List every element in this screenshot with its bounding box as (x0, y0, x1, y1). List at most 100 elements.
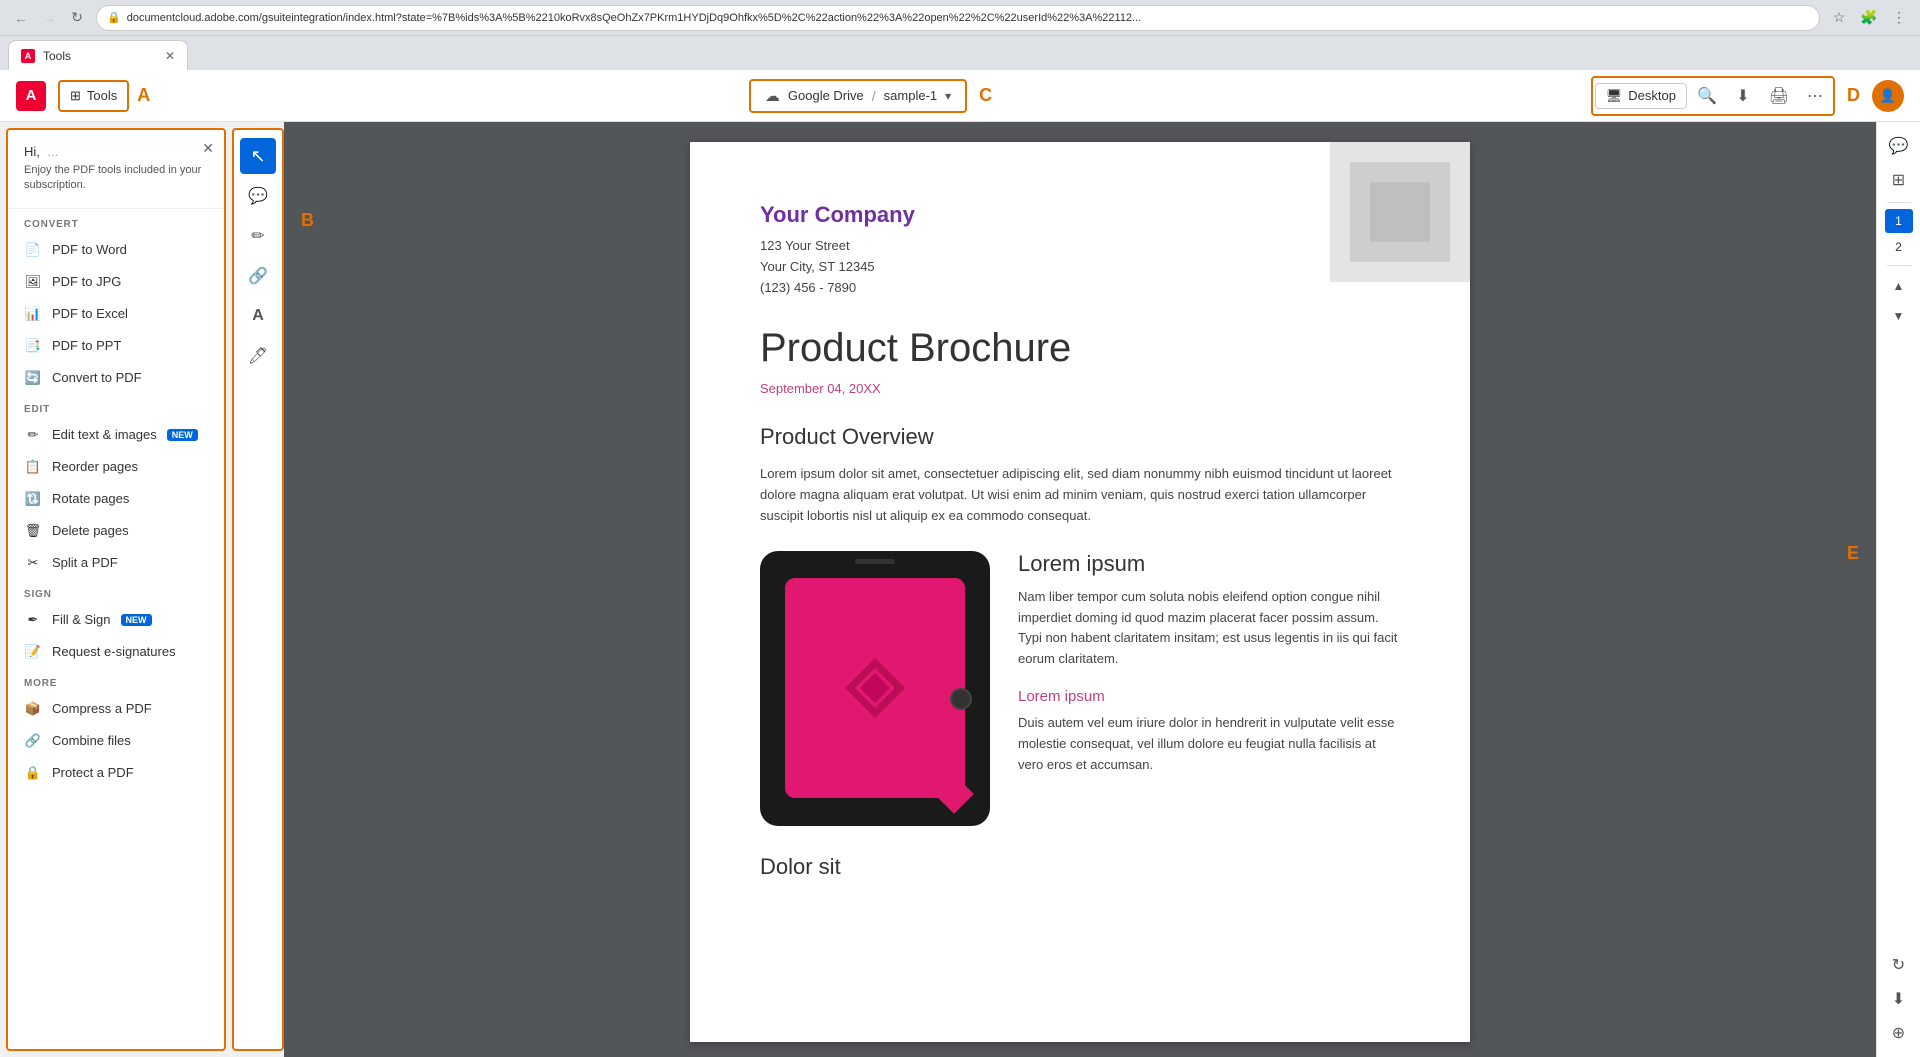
download-panel-button[interactable]: ⬇ (1883, 983, 1915, 1015)
adobe-logo: A (16, 81, 46, 111)
breadcrumb-filename: sample-1 (884, 88, 937, 103)
nav-down-button[interactable]: ▼ (1883, 302, 1915, 330)
user-avatar[interactable]: 👤 (1872, 80, 1904, 112)
search-button[interactable]: 🔍 (1691, 80, 1723, 112)
tab-close[interactable]: ✕ (165, 49, 175, 63)
text-tool-button[interactable]: A (240, 298, 276, 334)
comment-panel-button[interactable]: 💬 (1883, 130, 1915, 162)
pdf-to-jpg-label: PDF to JPG (52, 274, 121, 289)
panel-divider-1 (1887, 202, 1911, 203)
greeting-sub: Enjoy the PDF tools included in your sub… (24, 163, 208, 194)
dolor-title: Dolor sit (760, 854, 1400, 880)
combine-files-icon: 🔗 (24, 732, 42, 750)
zoom-button[interactable]: ⊕ (1883, 1017, 1915, 1049)
sidebar-item-rotate-pages[interactable]: 🔃 Rotate pages (8, 483, 224, 515)
pdf-viewer: Your Company 123 Your Street Your City, … (284, 122, 1876, 1057)
reorder-pages-icon: 📋 (24, 458, 42, 476)
sidebar-item-combine-files[interactable]: 🔗 Combine files (8, 725, 224, 757)
content-row: ✕ Hi, ... Enjoy the PDF tools included i… (0, 122, 1920, 1057)
bookmark-button[interactable]: ☆ (1826, 5, 1852, 31)
delete-pages-label: Delete pages (52, 523, 129, 538)
menu-button[interactable]: ⋮ (1886, 5, 1912, 31)
sidebar-item-pdf-to-word[interactable]: 📄 PDF to Word (8, 234, 224, 266)
pdf-page: Your Company 123 Your Street Your City, … (690, 142, 1470, 1042)
tools-button[interactable]: ⊞ Tools (62, 84, 125, 108)
breadcrumb-wrapper: ☁ Google Drive / sample-1 ▾ (749, 79, 967, 113)
lorem-highlight-body: Duis autem vel eum iriure dolor in hendr… (1018, 713, 1400, 775)
desktop-icon: 🖥 (1606, 88, 1623, 104)
pdf-to-excel-icon: 📊 (24, 305, 42, 323)
tools-label: Tools (87, 88, 117, 103)
annotation-e: E (1847, 543, 1859, 564)
comment-tool-button[interactable]: 💬 (240, 178, 276, 214)
section-sign: SIGN ✒ Fill & Sign NEW 📝 Request e-signa… (8, 579, 224, 668)
two-column-section: Lorem ipsum Nam liber tempor cum soluta … (760, 551, 1400, 826)
pdf-to-word-icon: 📄 (24, 241, 42, 259)
sidebar-item-compress-pdf[interactable]: 📦 Compress a PDF (8, 693, 224, 725)
sidebar-item-delete-pages[interactable]: 🗑 Delete pages (8, 515, 224, 547)
delete-pages-icon: 🗑 (24, 522, 42, 540)
annotation-c: C (979, 85, 992, 106)
link-tool-button[interactable]: 🔗 (240, 258, 276, 294)
active-tab[interactable]: A Tools ✕ (8, 40, 188, 70)
right-column: Lorem ipsum Nam liber tempor cum soluta … (1018, 551, 1400, 826)
request-esignatures-icon: 📝 (24, 643, 42, 661)
section-edit-label: EDIT (8, 394, 224, 419)
lorem-title: Lorem ipsum (1018, 551, 1400, 577)
phone-image (760, 551, 990, 826)
sidebar-item-reorder-pages[interactable]: 📋 Reorder pages (8, 451, 224, 483)
annotation-a: A (137, 85, 150, 106)
sidebar-item-pdf-to-excel[interactable]: 📊 PDF to Excel (8, 298, 224, 330)
refresh-button[interactable]: ↻ (1883, 949, 1915, 981)
sidebar-item-pdf-to-ppt[interactable]: 📑 PDF to PPT (8, 330, 224, 362)
sidebar-item-convert-to-pdf[interactable]: 🔄 Convert to PDF (8, 362, 224, 394)
topbar-right-wrapper: 🖥 Desktop 🔍 ⬇ 🖨 ⋯ (1591, 76, 1835, 116)
request-esignatures-label: Request e-signatures (52, 644, 176, 659)
nav-up-button[interactable]: ▲ (1883, 272, 1915, 300)
sidebar-item-pdf-to-jpg[interactable]: 🖼 PDF to JPG (8, 266, 224, 298)
extensions-button[interactable]: 🧩 (1856, 5, 1882, 31)
section1-title: Product Overview (760, 424, 1400, 450)
section-edit: EDIT ✏ Edit text & images NEW 📋 Reorder … (8, 394, 224, 579)
rotate-pages-label: Rotate pages (52, 491, 129, 506)
grid-view-button[interactable]: ⊞ (1883, 164, 1915, 196)
rotate-pages-icon: 🔃 (24, 490, 42, 508)
page-numbers: 1 2 (1885, 209, 1913, 259)
app-container: A ⊞ Tools A ☁ Google Drive / sample-1 ▾ … (0, 70, 1920, 1057)
select-tool-button[interactable]: ↖ (240, 138, 276, 174)
back-button[interactable]: ← (8, 5, 34, 31)
sidebar-close-button[interactable]: ✕ (202, 140, 214, 157)
reload-button[interactable]: ↻ (64, 5, 90, 31)
download-button[interactable]: ⬇ (1727, 80, 1759, 112)
sidebar-item-edit-text-images[interactable]: ✏ Edit text & images NEW (8, 419, 224, 451)
sidebar-item-request-esignatures[interactable]: 📝 Request e-signatures (8, 636, 224, 668)
app-topbar: A ⊞ Tools A ☁ Google Drive / sample-1 ▾ … (0, 70, 1920, 122)
tab-bar: A Tools ✕ (0, 36, 1920, 70)
sidebar-item-protect-pdf[interactable]: 🔒 Protect a PDF (8, 757, 224, 789)
edit-text-new-badge: NEW (167, 429, 198, 441)
forward-button[interactable]: → (36, 5, 62, 31)
more-button[interactable]: ⋯ (1799, 80, 1831, 112)
panel-divider-2 (1887, 265, 1911, 266)
stamp-tool-button[interactable]: 🖊 (240, 338, 276, 374)
annotation-b: B (301, 210, 314, 231)
sidebar-item-split-pdf[interactable]: ✂ Split a PDF (8, 547, 224, 579)
section1-body: Lorem ipsum dolor sit amet, consectetuer… (760, 464, 1400, 526)
print-button[interactable]: 🖨 (1763, 80, 1795, 112)
section-convert-label: CONVERT (8, 209, 224, 234)
section-sign-label: SIGN (8, 579, 224, 604)
cloud-icon: ☁ (765, 87, 780, 105)
breadcrumb-separator: / (872, 88, 876, 104)
breadcrumb[interactable]: ☁ Google Drive / sample-1 ▾ (753, 83, 963, 109)
sidebar-item-fill-sign[interactable]: ✒ Fill & Sign NEW (8, 604, 224, 636)
page-number-1[interactable]: 1 (1885, 209, 1913, 233)
lorem-highlight: Lorem ipsum (1018, 688, 1400, 705)
address-bar[interactable]: 🔒 documentcloud.adobe.com/gsuiteintegrat… (96, 5, 1820, 31)
breadcrumb-dropdown-icon: ▾ (945, 89, 951, 103)
browser-action-buttons: ☆ 🧩 ⋮ (1826, 5, 1912, 31)
page-number-2[interactable]: 2 (1885, 235, 1913, 259)
desktop-button[interactable]: 🖥 Desktop (1595, 83, 1687, 109)
brochure-title: Product Brochure (760, 326, 1400, 371)
split-pdf-icon: ✂ (24, 554, 42, 572)
draw-tool-button[interactable]: ✏ (240, 218, 276, 254)
